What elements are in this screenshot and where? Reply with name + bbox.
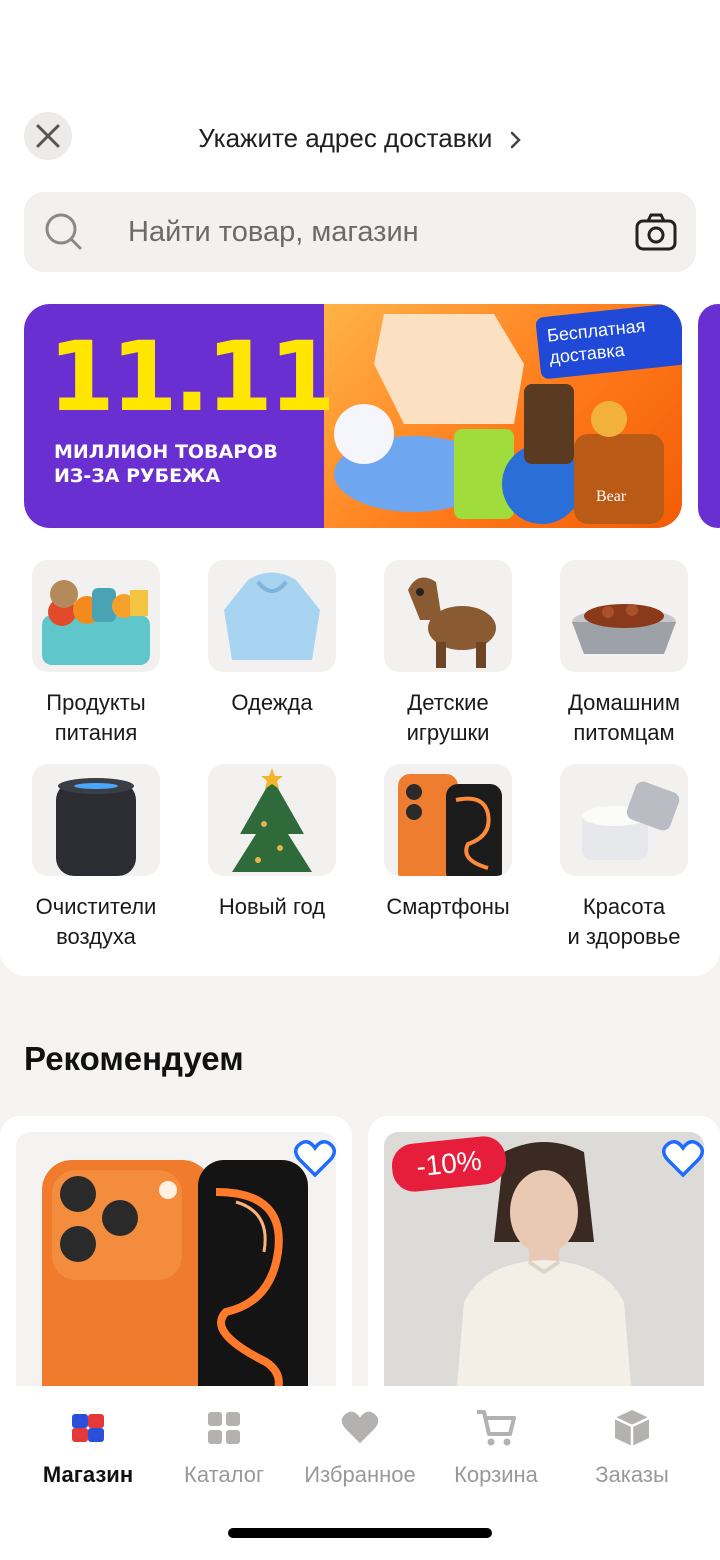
category-label-line1: Продукты (46, 690, 146, 715)
search-icon (45, 213, 82, 250)
tab-favorites[interactable]: Избранное (288, 1406, 432, 1488)
cream-jar-image (560, 764, 688, 876)
toy-horse-image (384, 560, 512, 672)
box-icon (614, 1410, 650, 1446)
tab-label: Магазин (42, 1462, 134, 1487)
tab-label: Избранное (304, 1462, 416, 1487)
home-indicator (228, 1528, 492, 1538)
category-clothes[interactable]: Одежда (197, 560, 347, 718)
cart-icon (477, 1410, 516, 1446)
recommend-title: Рекомендуем (24, 1040, 244, 1077)
category-label-line1: Красота (582, 894, 666, 919)
search-bar[interactable]: Найти товар, магазин (24, 192, 696, 272)
category-label-line1: Детские (407, 690, 489, 715)
category-label-line1: Очистители (35, 894, 157, 919)
favorite-heart-icon[interactable] (662, 1140, 704, 1178)
category-label-line1: Новый год (218, 894, 326, 919)
banner-headline: 11.11 (48, 321, 336, 433)
category-smartphones[interactable]: Смартфоны (373, 764, 523, 922)
camera-icon[interactable] (634, 210, 678, 254)
delivery-address-button[interactable]: Укажите адрес доставки (0, 118, 720, 158)
tab-label: Заказы (595, 1462, 669, 1487)
delivery-address-label: Укажите адрес доставки (198, 123, 493, 153)
favorite-heart-icon[interactable] (294, 1140, 336, 1178)
christmas-tree-image (208, 764, 336, 876)
category-new-year[interactable]: Новый год (197, 764, 347, 922)
category-food[interactable]: Продукты питания (21, 560, 171, 748)
category-pets[interactable]: Домашним питомцам (549, 560, 699, 748)
air-purifier-image (32, 764, 160, 876)
tab-label: Корзина (454, 1462, 538, 1487)
banner-subtitle-line1: МИЛЛИОН ТОВАРОВ (54, 441, 278, 463)
tab-label: Каталог (184, 1462, 264, 1487)
category-label-line2: игрушки (406, 720, 490, 745)
tab-orders[interactable]: Заказы (560, 1406, 704, 1488)
tab-catalog[interactable]: Каталог (152, 1406, 296, 1488)
category-label-line1: Домашним (568, 690, 680, 715)
pet-bowl-image (560, 560, 688, 672)
category-label-line2: воздуха (56, 924, 136, 949)
product-card[interactable] (0, 1116, 352, 1416)
tab-cart[interactable]: Корзина (424, 1406, 568, 1488)
category-label-line2: питомцам (573, 720, 675, 745)
banner-subtitle: МИЛЛИОН ТОВАРОВ ИЗ-ЗА РУБЕЖА (54, 440, 278, 488)
category-kids-toys[interactable]: Детские игрушки (373, 560, 523, 748)
category-label-line1: Смартфоны (386, 894, 510, 919)
heart-icon (341, 1411, 379, 1444)
category-beauty-health[interactable]: Красота и здоровье (549, 764, 699, 952)
promo-banner[interactable]: Bear 11.11 МИЛЛИОН ТОВАРОВ ИЗ-ЗА РУБЕЖА … (24, 304, 682, 528)
banner-product-text: Bear (596, 488, 627, 505)
banner-subtitle-line2: ИЗ-ЗА РУБЕЖА (54, 465, 221, 487)
category-label-line2: питания (54, 720, 138, 745)
grid-icon (208, 1412, 240, 1444)
tab-store[interactable]: Магазин (16, 1406, 160, 1488)
smartphone-image (384, 764, 512, 876)
food-image (32, 560, 160, 672)
category-air-purifiers[interactable]: Очистители воздуха (21, 764, 171, 952)
store-logo-icon (72, 1414, 104, 1442)
hoodie-image (208, 560, 336, 672)
category-label-line2: и здоровье (567, 924, 681, 949)
search-input[interactable]: Найти товар, магазин (128, 212, 419, 252)
chevron-right-icon (510, 131, 521, 149)
product-image-phone (16, 1132, 336, 1416)
category-label-line1: Одежда (231, 690, 313, 715)
next-banner-peek[interactable] (698, 304, 720, 528)
